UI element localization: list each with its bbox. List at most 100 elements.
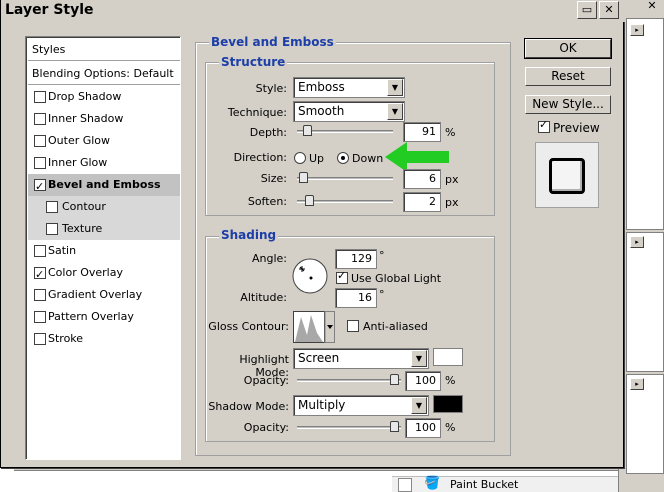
style-item-contour[interactable]: Contour bbox=[28, 196, 180, 218]
chevron-down-icon[interactable]: ▼ bbox=[387, 79, 403, 96]
highlight-mode-select[interactable]: Screen ▼ bbox=[293, 348, 429, 369]
gloss-contour-label: Gloss Contour: bbox=[208, 320, 289, 333]
angle-input[interactable]: 129 bbox=[335, 249, 377, 269]
palette-menu-icon[interactable]: ▸ bbox=[630, 378, 644, 390]
style-item-label: Texture bbox=[62, 222, 103, 235]
blending-options-item[interactable]: Blending Options: Default bbox=[28, 63, 180, 85]
shadow-mode-value: Multiply bbox=[298, 398, 346, 412]
style-item-label: Contour bbox=[62, 200, 106, 213]
history-row-label: Paint Bucket bbox=[450, 478, 519, 491]
size-label: Size: bbox=[260, 172, 287, 185]
style-item-satin[interactable]: Satin bbox=[28, 240, 180, 262]
style-item-drop-shadow[interactable]: Drop Shadow bbox=[28, 86, 180, 108]
gloss-contour-picker[interactable] bbox=[293, 311, 335, 343]
altitude-unit: ° bbox=[379, 288, 385, 301]
chevron-down-icon[interactable]: ▼ bbox=[411, 397, 427, 414]
altitude-input[interactable]: 16 bbox=[335, 288, 377, 308]
highlight-opacity-unit: % bbox=[445, 374, 456, 387]
style-item-gradient-overlay[interactable]: Gradient Overlay bbox=[28, 284, 180, 306]
style-item-inner-glow[interactable]: Inner Glow bbox=[28, 152, 180, 174]
shadow-mode-select[interactable]: Multiply ▼ bbox=[293, 395, 429, 416]
depth-label: Depth: bbox=[249, 126, 287, 139]
paint-bucket-icon: 🪣 bbox=[424, 476, 441, 491]
palette-menu-icon[interactable]: ▸ bbox=[630, 24, 644, 36]
palette-menu-icon[interactable]: ▸ bbox=[630, 236, 644, 248]
styles-list-header[interactable]: Styles bbox=[28, 39, 180, 61]
chevron-down-icon[interactable]: ▼ bbox=[387, 103, 403, 120]
anti-aliased-checkbox[interactable] bbox=[347, 320, 359, 332]
contour-checkbox[interactable] bbox=[46, 201, 58, 213]
style-item-label: Color Overlay bbox=[48, 266, 123, 279]
palette-panel-top bbox=[626, 18, 664, 230]
highlight-opacity-input[interactable]: 100 bbox=[405, 371, 441, 391]
workspace-close-icon[interactable]: ✕ bbox=[644, 0, 660, 14]
style-item-label: Inner Shadow bbox=[48, 112, 124, 125]
anti-aliased-label: Anti-aliased bbox=[363, 320, 428, 333]
style-item-outer-glow[interactable]: Outer Glow bbox=[28, 130, 180, 152]
depth-slider-thumb[interactable] bbox=[303, 125, 312, 136]
drop-shadow-checkbox[interactable] bbox=[34, 91, 46, 103]
reset-button[interactable]: Reset bbox=[525, 67, 611, 86]
direction-down-label: Down bbox=[352, 152, 384, 165]
history-row-checkbox[interactable] bbox=[398, 478, 412, 492]
style-item-label: Inner Glow bbox=[48, 156, 108, 169]
preview-label: Preview bbox=[553, 121, 600, 135]
bevel-and-emboss-checkbox[interactable] bbox=[34, 176, 46, 198]
dialog-title: Layer Style bbox=[5, 2, 94, 18]
direction-down-radio[interactable] bbox=[337, 152, 349, 164]
style-item-color-overlay[interactable]: Color Overlay bbox=[28, 262, 180, 286]
style-item-label: Drop Shadow bbox=[48, 90, 122, 103]
shadow-mode-label: Shadow Mode: bbox=[208, 400, 289, 413]
direction-up-radio[interactable] bbox=[294, 152, 306, 164]
style-item-label: Satin bbox=[48, 244, 77, 257]
size-slider-thumb[interactable] bbox=[299, 172, 308, 183]
size-slider[interactable] bbox=[297, 177, 393, 180]
inner-glow-checkbox[interactable] bbox=[34, 157, 46, 169]
new-style-button[interactable]: New Style... bbox=[525, 95, 611, 114]
minimize-icon[interactable]: ▭ bbox=[577, 1, 597, 19]
soften-slider-thumb[interactable] bbox=[305, 195, 314, 206]
texture-checkbox[interactable] bbox=[46, 223, 58, 235]
style-select-value: Emboss bbox=[298, 80, 345, 94]
angle-dial[interactable] bbox=[291, 257, 329, 295]
shadow-opacity-input[interactable]: 100 bbox=[405, 418, 441, 438]
style-item-bevel-and-emboss[interactable]: Bevel and Emboss bbox=[28, 174, 180, 198]
style-select[interactable]: Emboss ▼ bbox=[293, 77, 405, 98]
outer-glow-checkbox[interactable] bbox=[34, 135, 46, 147]
direction-up-label: Up bbox=[309, 152, 325, 165]
close-icon[interactable]: ✕ bbox=[599, 1, 619, 19]
highlight-opacity-slider-thumb[interactable] bbox=[390, 374, 399, 385]
pattern-overlay-checkbox[interactable] bbox=[34, 311, 46, 323]
inner-shadow-checkbox[interactable] bbox=[34, 113, 46, 125]
size-input[interactable]: 6 bbox=[403, 169, 441, 189]
preview-checkbox[interactable] bbox=[538, 118, 550, 133]
depth-input[interactable]: 91 bbox=[403, 122, 441, 142]
ok-button[interactable]: OK bbox=[524, 38, 612, 59]
gradient-overlay-checkbox[interactable] bbox=[34, 289, 46, 301]
use-global-light-checkbox[interactable] bbox=[336, 269, 348, 284]
dialog-titlebar[interactable]: Layer Style ▭ ✕ bbox=[1, 0, 625, 22]
satin-checkbox[interactable] bbox=[34, 245, 46, 257]
soften-input[interactable]: 2 bbox=[403, 192, 441, 212]
highlight-color-swatch[interactable] bbox=[433, 348, 463, 366]
palette-panel-middle bbox=[626, 232, 664, 372]
soften-unit: px bbox=[445, 196, 459, 209]
style-item-label: Gradient Overlay bbox=[48, 288, 143, 301]
structure-title: Structure bbox=[219, 55, 288, 69]
shadow-opacity-slider-thumb[interactable] bbox=[390, 421, 399, 432]
technique-select[interactable]: Smooth ▼ bbox=[293, 101, 405, 122]
direction-label: Direction: bbox=[233, 151, 287, 164]
shadow-opacity-slider[interactable] bbox=[297, 426, 401, 429]
style-item-texture[interactable]: Texture bbox=[28, 218, 180, 240]
technique-select-value: Smooth bbox=[298, 104, 345, 118]
style-item-inner-shadow[interactable]: Inner Shadow bbox=[28, 108, 180, 130]
shading-title: Shading bbox=[219, 228, 279, 242]
shadow-color-swatch[interactable] bbox=[433, 395, 463, 413]
style-item-pattern-overlay[interactable]: Pattern Overlay bbox=[28, 306, 180, 328]
chevron-down-icon[interactable]: ▼ bbox=[411, 350, 427, 367]
color-overlay-checkbox[interactable] bbox=[34, 264, 46, 286]
highlight-opacity-slider[interactable] bbox=[297, 379, 401, 382]
style-item-stroke[interactable]: Stroke bbox=[28, 328, 180, 350]
stroke-checkbox[interactable] bbox=[34, 333, 46, 345]
highlight-mode-value: Screen bbox=[298, 351, 340, 365]
